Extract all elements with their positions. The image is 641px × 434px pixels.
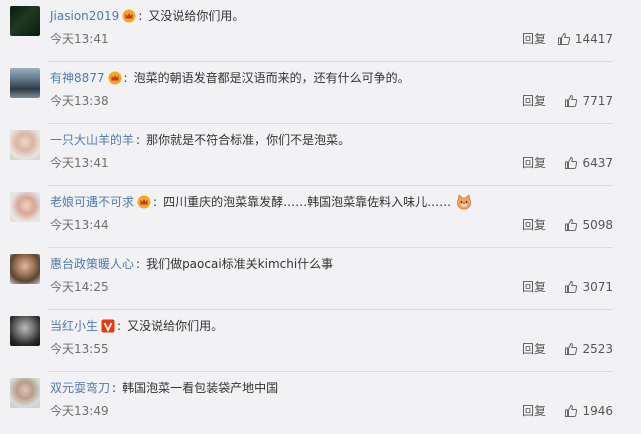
reply-button[interactable]: 回复 (522, 217, 546, 233)
comment-item: 有神8877 : 泡菜的朝语发音都是汉语而来的，还有什么可争的。 今天13:38… (0, 62, 641, 124)
crown-icon[interactable] (137, 195, 151, 209)
like-button[interactable]: 5098 (564, 216, 613, 234)
username[interactable]: 双元耍弯刀 (50, 379, 110, 397)
reply-button[interactable]: 回复 (522, 93, 546, 109)
like-button[interactable]: 3071 (564, 278, 613, 296)
username[interactable]: 老娘可遇不可求 (50, 193, 134, 211)
comment-item: 老娘可遇不可求 : 四川重庆的泡菜靠发酵……韩国泡菜靠佐料入味儿…… 今天13:… (0, 186, 641, 248)
avatar[interactable] (10, 130, 40, 160)
comment-item: 惠台政策暖人心 : 我们做paocai标准关kimchi什么事 今天14:25 … (0, 248, 641, 310)
like-count: 2523 (582, 342, 613, 356)
avatar[interactable] (10, 316, 40, 346)
reply-button[interactable]: 回复 (522, 31, 546, 47)
reply-button[interactable]: 回复 (522, 341, 546, 357)
crown-icon[interactable] (108, 71, 122, 85)
thumbs-up-icon (565, 342, 578, 355)
like-button[interactable]: 7717 (564, 92, 613, 110)
comment-text: 我们做paocai标准关kimchi什么事 (146, 257, 334, 271)
reply-button[interactable]: 回复 (522, 279, 546, 295)
comment-text: 那你就是不符合标准，你们不是泡菜。 (146, 133, 351, 147)
thumbs-up-icon (565, 404, 578, 417)
like-count: 7717 (582, 94, 613, 108)
comment-time: 今天13:55 (50, 342, 109, 356)
like-count: 3071 (582, 280, 613, 294)
thumbs-up-icon (557, 32, 570, 45)
reply-button[interactable]: 回复 (522, 155, 546, 171)
comment-item: Jiasion2019 : 又没说给你们用。 今天13:41 回复 14417 (0, 0, 641, 62)
thumbs-up-icon (565, 94, 578, 107)
comment-item: 一只大山羊的羊 : 那你就是不符合标准，你们不是泡菜。 今天13:41 回复 6… (0, 124, 641, 186)
comment-time: 今天13:41 (50, 32, 109, 46)
comment-text: 又没说给你们用。 (148, 9, 245, 23)
like-count: 14417 (574, 32, 613, 46)
username[interactable]: 惠台政策暖人心 (50, 255, 134, 273)
avatar[interactable] (10, 254, 40, 284)
like-button[interactable]: 6437 (564, 154, 613, 172)
reply-button[interactable]: 回复 (522, 403, 546, 419)
crown-icon[interactable] (122, 9, 136, 23)
comment-time: 今天13:38 (50, 94, 109, 108)
thumbs-up-icon (565, 280, 578, 293)
comment-time: 今天14:25 (50, 280, 109, 294)
like-button[interactable]: 1946 (564, 402, 613, 420)
comment-text: 又没说给你们用。 (127, 319, 224, 333)
avatar[interactable] (10, 6, 40, 36)
comment-time: 今天13:41 (50, 156, 109, 170)
comment-time: 今天13:49 (50, 404, 109, 418)
comment-item: 当红小生 : 又没说给你们用。 今天13:55 回复 2523 (0, 310, 641, 372)
like-count: 6437 (582, 156, 613, 170)
avatar[interactable] (10, 192, 40, 222)
v-badge-icon[interactable] (101, 319, 115, 333)
username[interactable]: 当红小生 (50, 317, 98, 335)
comment-text: 泡菜的朝语发音都是汉语而来的，还有什么可争的。 (133, 71, 410, 85)
comment-item: 双元耍弯刀 : 韩国泡菜一看包装袋产地中国 今天13:49 回复 1946 (0, 372, 641, 434)
username[interactable]: 有神8877 (50, 69, 105, 87)
username[interactable]: Jiasion2019 (50, 7, 119, 25)
avatar[interactable] (10, 378, 40, 408)
comment-time: 今天13:44 (50, 218, 109, 232)
like-button[interactable]: 14417 (557, 30, 613, 48)
like-count: 5098 (582, 218, 613, 232)
thumbs-up-icon (565, 218, 578, 231)
like-button[interactable]: 2523 (564, 340, 613, 358)
thumbs-up-icon (565, 156, 578, 169)
comment-text: 韩国泡菜一看包装袋产地中国 (122, 381, 279, 395)
like-count: 1946 (582, 404, 613, 418)
comment-text: 四川重庆的泡菜靠发酵……韩国泡菜靠佐料入味儿…… (163, 195, 452, 209)
cat-face-emoji (457, 194, 471, 210)
avatar[interactable] (10, 68, 40, 98)
username[interactable]: 一只大山羊的羊 (50, 131, 134, 149)
